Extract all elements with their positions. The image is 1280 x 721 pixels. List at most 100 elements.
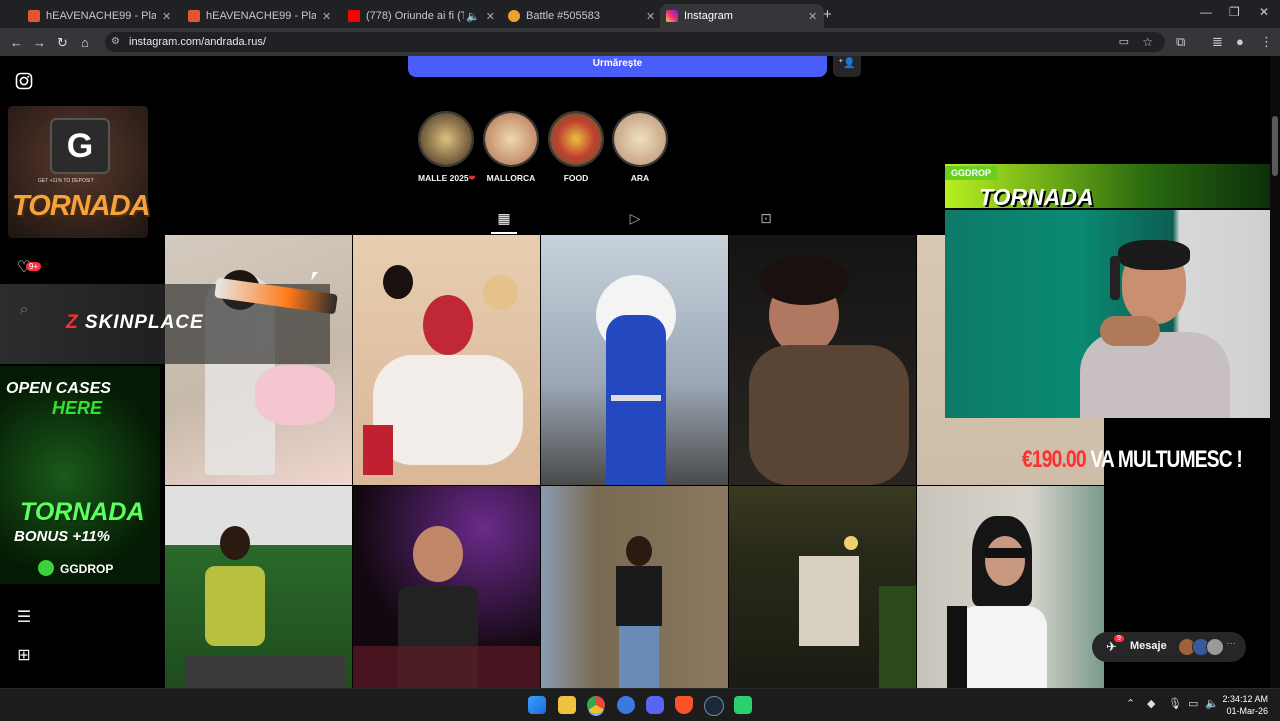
- tornada-promo-overlay: G GET +11% TO DEPOSIT TORNADA: [8, 106, 150, 238]
- avatar: [1206, 638, 1224, 656]
- tab-label: hEAVENACHE99 - Player Profile: [46, 10, 156, 22]
- chrome-icon[interactable]: [587, 696, 605, 714]
- post-thumbnail[interactable]: [353, 486, 540, 688]
- messages-button[interactable]: ✈ 9 Mesaje ···: [1092, 632, 1246, 662]
- url-text[interactable]: instagram.com/andrada.rus/: [129, 36, 266, 48]
- scrollbar-thumb[interactable]: [1272, 116, 1278, 176]
- posts-grid-icon[interactable]: ▦: [491, 210, 517, 234]
- browser-tab[interactable]: Battle #505583 ✕: [508, 4, 658, 28]
- promo-title: TORNADA: [12, 190, 150, 222]
- file-explorer-icon[interactable]: [558, 696, 576, 714]
- page-scrollbar[interactable]: [1270, 56, 1280, 688]
- back-icon[interactable]: ←: [10, 35, 23, 50]
- skinplace-logo: Z SKINPLACE: [66, 312, 204, 333]
- story-highlight[interactable]: FOOD: [548, 111, 604, 183]
- bookmark-star-icon[interactable]: ☆: [1142, 35, 1153, 49]
- highlight-label: MALLE 2025❤: [418, 173, 476, 183]
- cases-bonus: BONUS +11%: [14, 528, 111, 545]
- home-icon[interactable]: ⌂: [81, 35, 89, 50]
- steam-icon[interactable]: [704, 696, 724, 716]
- volume-icon[interactable]: 🔈: [1205, 697, 1219, 710]
- follow-button[interactable]: Urmărește: [408, 56, 827, 77]
- discord-icon[interactable]: [646, 696, 664, 714]
- story-highlight[interactable]: MALLE 2025❤: [418, 111, 476, 184]
- minimize-button[interactable]: —: [1200, 5, 1212, 19]
- reload-icon[interactable]: ↻: [57, 35, 68, 51]
- windows-taskbar: ⌃ ◆ 🎙 ▭ 🔈 2:34:12 AM 01-Mar-26: [0, 688, 1280, 721]
- post-thumbnail[interactable]: [917, 486, 1104, 688]
- donation-alert: €190.00 VA MULTUMESC !: [1022, 446, 1243, 474]
- skinplace-overlay: Z SKINPLACE: [0, 277, 338, 364]
- tab-label: Battle #505583: [526, 10, 601, 22]
- more-icon: ···: [1226, 638, 1236, 649]
- system-clock[interactable]: 2:34:12 AM 01-Mar-26: [1222, 693, 1268, 717]
- tab-favicon-icon: [348, 10, 360, 22]
- tagged-icon[interactable]: ⊡: [753, 210, 779, 232]
- tab-favicon-icon: [188, 10, 200, 22]
- post-thumbnail[interactable]: [729, 486, 916, 688]
- highlight-cover: [612, 111, 668, 167]
- story-highlight[interactable]: ARA: [612, 111, 668, 183]
- tray-chevron-icon[interactable]: ⌃: [1126, 697, 1135, 710]
- browser-icon[interactable]: [617, 696, 635, 714]
- tab-favicon-icon: [508, 10, 520, 22]
- tray-app-icon[interactable]: ◆: [1147, 697, 1155, 710]
- audio-icon[interactable]: 🔈: [466, 10, 480, 23]
- close-icon[interactable]: ✕: [322, 10, 331, 23]
- instagram-favicon-icon: [666, 10, 678, 22]
- forward-icon[interactable]: →: [33, 35, 46, 50]
- clock-date: 01-Mar-26: [1226, 706, 1268, 716]
- story-highlight[interactable]: MALLORCA: [483, 111, 539, 183]
- extensions-icon[interactable]: ⧉: [1176, 34, 1185, 50]
- profile-avatar-icon[interactable]: ●: [1236, 34, 1244, 49]
- browser-tab[interactable]: (778) Oriunde ai fi (The Rem 🔈 ✕: [348, 4, 498, 28]
- highlight-cover: [418, 111, 474, 167]
- close-icon[interactable]: ✕: [486, 10, 495, 23]
- maximize-button[interactable]: ❐: [1229, 5, 1240, 19]
- menu-kebab-icon[interactable]: ⋮: [1260, 34, 1273, 50]
- site-info-icon[interactable]: ⚙: [111, 36, 120, 47]
- profile-tabs: ▦ ▷ ⊡: [165, 204, 945, 234]
- browser-tab[interactable]: hEAVENACHE99 - Player Profile ✕: [188, 4, 338, 28]
- more-menu-icon[interactable]: ☰: [14, 608, 34, 628]
- tab-label: Instagram: [684, 10, 733, 22]
- address-bar[interactable]: ⚙ instagram.com/andrada.rus/ ▭ ☆: [105, 32, 1165, 52]
- banner-title: TORNADA: [979, 184, 1094, 210]
- highlight-cover: [483, 111, 539, 167]
- post-thumbnail[interactable]: [729, 235, 916, 485]
- close-window-button[interactable]: ✕: [1259, 5, 1269, 19]
- instagram-page: ♡ 9+ ⌕ ☰ ⊞ Urmărește ⁺👤 MALLE 2025❤ MALL…: [0, 56, 1280, 688]
- browser-tab-active[interactable]: Instagram ✕: [660, 4, 824, 28]
- close-icon[interactable]: ✕: [162, 10, 171, 23]
- messages-label: Mesaje: [1130, 640, 1167, 652]
- highlight-label: MALLORCA: [486, 173, 536, 183]
- network-icon[interactable]: ▭: [1188, 697, 1198, 710]
- cast-icon[interactable]: ▭: [1119, 35, 1129, 48]
- highlight-label: ARA: [630, 173, 650, 183]
- suggested-accounts-button[interactable]: ⁺👤: [833, 56, 861, 77]
- close-icon[interactable]: ✕: [646, 10, 655, 23]
- also-from-meta-icon[interactable]: ⊞: [14, 646, 34, 666]
- reels-icon[interactable]: ▷: [622, 210, 648, 232]
- windows-start-icon[interactable]: [528, 696, 546, 714]
- browser-tab-bar: hEAVENACHE99 - Player Profile ✕ hEAVENAC…: [0, 0, 1280, 28]
- post-thumbnail[interactable]: [541, 486, 728, 688]
- browser-tab[interactable]: hEAVENACHE99 - Player Profile ✕: [28, 4, 178, 28]
- post-thumbnail[interactable]: [541, 235, 728, 485]
- highlight-label: FOOD: [563, 173, 589, 183]
- media-control-icon[interactable]: ≣: [1212, 34, 1223, 50]
- app-icon[interactable]: [734, 696, 752, 714]
- close-icon[interactable]: ✕: [808, 10, 817, 23]
- post-thumbnail[interactable]: [353, 235, 540, 485]
- new-tab-button[interactable]: +: [823, 6, 832, 23]
- open-cases-overlay: OPEN CASES HERE TORNADA BONUS +11% GGDRO…: [0, 366, 160, 584]
- brave-icon[interactable]: [675, 696, 693, 714]
- donation-message: VA MULTUMESC !: [1090, 446, 1242, 473]
- donation-amount: €190.00: [1022, 446, 1087, 473]
- microphone-icon[interactable]: 🎙: [1168, 697, 1182, 710]
- post-thumbnail[interactable]: [165, 486, 352, 688]
- cases-line: HERE: [52, 398, 103, 418]
- browser-toolbar: ← → ↻ ⌂ ⚙ instagram.com/andrada.rus/ ▭ ☆…: [0, 28, 1280, 56]
- instagram-logo-icon[interactable]: [14, 72, 34, 92]
- cases-brand: GGDROP: [60, 562, 114, 576]
